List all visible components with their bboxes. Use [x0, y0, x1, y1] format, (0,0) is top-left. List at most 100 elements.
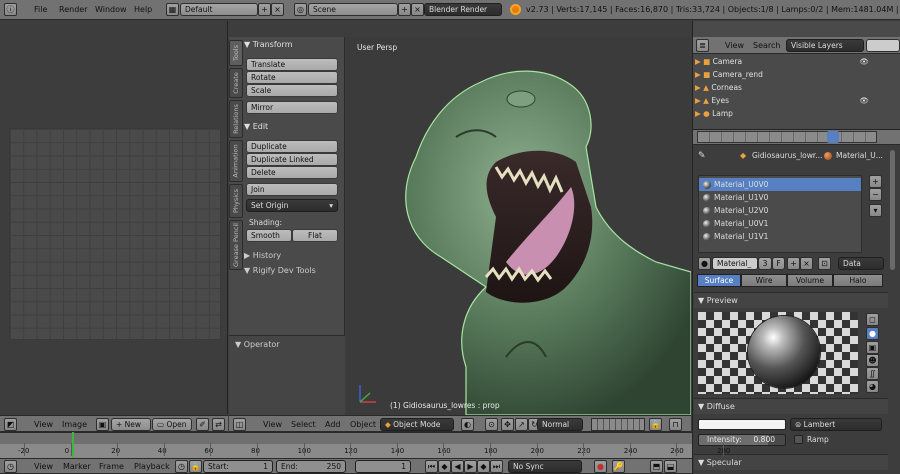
jump-end-icon[interactable]: ⏭: [490, 460, 503, 473]
outliner-item-camera[interactable]: ▶ ■ Camera 👁: [695, 55, 885, 68]
pin-breadcrumb-icon[interactable]: ✎: [698, 151, 706, 161]
preview-sky-icon[interactable]: ◕: [866, 380, 879, 393]
timeline-menu-view[interactable]: View: [34, 460, 53, 473]
transform-panel-header[interactable]: ▼ Transform: [244, 40, 293, 49]
image-browse-icon[interactable]: ▣: [96, 418, 109, 431]
snap-icon[interactable]: ⊓: [669, 418, 682, 431]
3d-viewport[interactable]: User Persp (1) Gidiosaurus_lowres : prop: [346, 37, 691, 415]
viewport-menu-select[interactable]: Select: [291, 418, 316, 431]
timeline-menu-playback[interactable]: Playback: [134, 460, 170, 473]
preview-sphere-icon[interactable]: ●: [866, 327, 879, 340]
current-frame-field[interactable]: 1: [355, 460, 411, 473]
node-icon[interactable]: ⊡: [818, 257, 831, 270]
remove-scene-icon[interactable]: ×: [411, 3, 424, 16]
diffuse-panel-header[interactable]: ▼ Diffuse: [694, 398, 888, 414]
viewport-editor-type-icon[interactable]: ◫: [233, 418, 246, 431]
outliner-filter-select[interactable]: Visible Layers: [786, 39, 864, 52]
manipulator-icon[interactable]: ✥: [501, 418, 514, 431]
intensity-field[interactable]: Intensity: 0.800: [698, 434, 786, 446]
material-browse-icon[interactable]: ●: [698, 257, 711, 270]
outliner-type-icon[interactable]: ≣: [696, 39, 709, 52]
diffuse-color-swatch[interactable]: [698, 419, 786, 430]
tab-animation[interactable]: Animation: [229, 140, 243, 182]
translate-manipulator-icon[interactable]: ↗: [515, 418, 528, 431]
tab-volume[interactable]: Volume: [787, 274, 833, 287]
material-slot[interactable]: Material_U0V1: [700, 217, 860, 230]
breadcrumb-material[interactable]: Material_U...: [836, 151, 883, 160]
edit-panel-header[interactable]: ▼ Edit: [244, 122, 268, 131]
ramp-checkbox[interactable]: [794, 435, 803, 444]
prev-keyframe-icon[interactable]: ◆: [438, 460, 451, 473]
add-material-icon[interactable]: +: [787, 257, 800, 270]
menu-window[interactable]: Window: [95, 3, 127, 16]
outliner-search-field[interactable]: [866, 39, 900, 52]
layout-field[interactable]: Default: [180, 3, 258, 16]
preview-range-icon[interactable]: ◷: [175, 460, 188, 473]
uv-menu-view[interactable]: View: [34, 418, 53, 431]
add-slot-icon[interactable]: +: [869, 175, 882, 188]
fake-user-button[interactable]: F: [772, 257, 785, 270]
lock-range-icon[interactable]: 🔒: [189, 460, 202, 473]
smooth-button[interactable]: Smooth: [246, 229, 292, 242]
material-context-icon[interactable]: [827, 131, 839, 143]
tab-grease-pencil[interactable]: Grease Pencil: [229, 220, 243, 270]
timeline-menu-frame[interactable]: Frame: [99, 460, 124, 473]
uv-menu-image[interactable]: Image: [62, 418, 87, 431]
preview-flat-icon[interactable]: ◻: [866, 313, 879, 326]
keying-set-icon[interactable]: 🔑: [612, 460, 625, 473]
play-reverse-icon[interactable]: ◀: [451, 460, 464, 473]
timeline-menu-marker[interactable]: Marker: [63, 460, 91, 473]
scene-icon[interactable]: ◎: [294, 3, 307, 16]
shading-mode-icon[interactable]: ◐: [461, 418, 474, 431]
slot-specials-icon[interactable]: ▾: [869, 204, 882, 217]
viewport-menu-view[interactable]: View: [263, 418, 282, 431]
menu-render[interactable]: Render: [59, 3, 87, 16]
tab-relations[interactable]: Relations: [229, 100, 243, 138]
preview-hair-icon[interactable]: ∬: [866, 367, 879, 380]
timeline-area[interactable]: [0, 433, 692, 444]
add-scene-icon[interactable]: +: [398, 3, 411, 16]
diffuse-shader-select[interactable]: ⊜ Lambert: [790, 418, 882, 431]
uv-editor-type-icon[interactable]: ◩: [4, 418, 17, 431]
uv-editor[interactable]: [0, 21, 228, 414]
uv-grid[interactable]: [9, 128, 221, 340]
specular-panel-header[interactable]: ▼ Specular: [694, 454, 888, 470]
layer-buttons[interactable]: [591, 418, 645, 431]
outliner-item-camera-rend[interactable]: ▶ ■ Camera_rend: [695, 68, 885, 81]
insert-keyframe-icon[interactable]: ⬒: [650, 460, 663, 473]
add-layout-icon[interactable]: +: [258, 3, 271, 16]
material-slot[interactable]: Material_U1V0: [700, 191, 860, 204]
remove-slot-icon[interactable]: −: [869, 188, 882, 201]
outliner-item-corneas[interactable]: ▶ ▲ Corneas: [695, 81, 885, 94]
render-engine-select[interactable]: Blender Render: [424, 3, 502, 16]
properties-context-icons[interactable]: [697, 131, 877, 143]
tab-wire[interactable]: Wire: [741, 274, 787, 287]
material-link-select[interactable]: Data: [838, 257, 884, 270]
new-image-button[interactable]: + New: [111, 418, 151, 431]
duplicate-button[interactable]: Duplicate: [246, 140, 338, 153]
remove-layout-icon[interactable]: ×: [271, 3, 284, 16]
uv-sync-icon[interactable]: ⇄: [212, 418, 225, 431]
material-slot[interactable]: Material_U2V0: [700, 204, 860, 217]
preview-panel-header[interactable]: ▼ Preview: [694, 292, 888, 308]
play-icon[interactable]: ▶: [464, 460, 477, 473]
delete-keyframe-icon[interactable]: ⬓: [664, 460, 677, 473]
end-frame-field[interactable]: End: 250: [276, 460, 346, 473]
pin-icon[interactable]: ✐: [196, 418, 209, 431]
join-button[interactable]: Join: [246, 183, 338, 196]
outliner-item-lamp[interactable]: ▶ ● Lamp: [695, 107, 885, 120]
outliner-menu-view[interactable]: View: [725, 39, 744, 52]
current-frame-indicator[interactable]: [71, 432, 74, 458]
visibility-icon[interactable]: 👁: [859, 94, 869, 107]
set-origin-select[interactable]: Set Origin ▾: [246, 199, 338, 212]
operator-panel-header[interactable]: ▼ Operator: [235, 340, 280, 349]
material-users-button[interactable]: 3: [758, 257, 772, 270]
jump-start-icon[interactable]: ⏮: [425, 460, 438, 473]
menu-help[interactable]: Help: [134, 3, 152, 16]
unlink-material-icon[interactable]: ×: [800, 257, 813, 270]
material-slot[interactable]: Material_U1V1: [700, 230, 860, 243]
outliner-item-eyes[interactable]: ▶ ▲ Eyes 👁: [695, 94, 885, 107]
next-keyframe-icon[interactable]: ◆: [477, 460, 490, 473]
rotate-button[interactable]: Rotate: [246, 71, 338, 84]
material-slot[interactable]: Material_U0V0: [700, 178, 860, 191]
